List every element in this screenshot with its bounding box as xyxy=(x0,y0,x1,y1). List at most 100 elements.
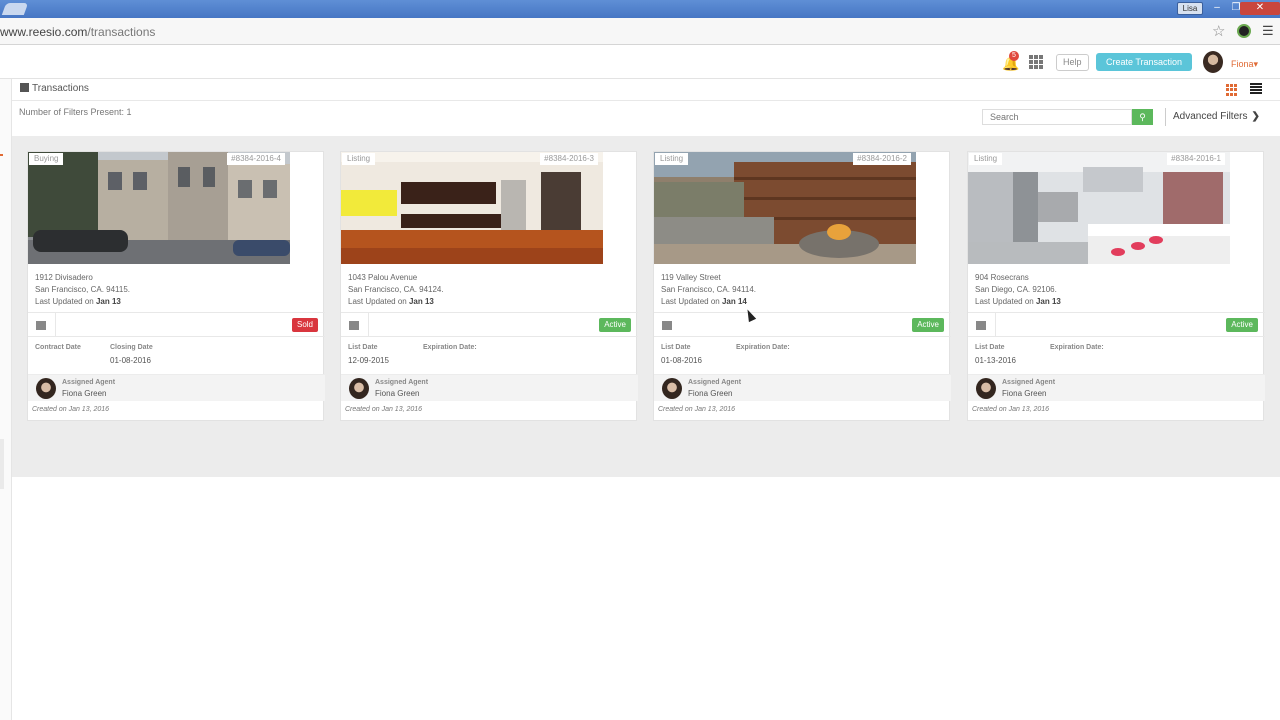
card-actions-row: Active xyxy=(968,312,1265,337)
transaction-id: #8384-2016-4 xyxy=(227,153,285,165)
status-badge: Active xyxy=(912,318,944,332)
browser-titlebar: Lisa – ❐ ✕ xyxy=(0,0,1280,18)
list-date-label: List Date xyxy=(661,344,691,351)
transaction-type: Listing xyxy=(969,153,1003,165)
divider xyxy=(995,313,996,337)
last-updated: Last Updated on Jan 14 xyxy=(661,296,756,308)
left-sidebar[interactable] xyxy=(0,79,12,720)
closing-date-value: 01-08-2016 xyxy=(110,356,151,365)
last-updated-prefix: Last Updated on xyxy=(661,297,720,306)
assigned-agent[interactable]: Assigned Agent Fiona Green xyxy=(968,374,1265,401)
extension-icon[interactable] xyxy=(1237,24,1251,38)
created-date: Created on Jan 13, 2016 xyxy=(32,406,110,413)
transaction-card[interactable]: Buying #8384-2016-4 1912 Divisadero San … xyxy=(27,151,325,421)
address-street: 119 Valley Street xyxy=(661,273,721,282)
search-button[interactable]: ⚲ xyxy=(1132,109,1153,125)
browser-menu-icon[interactable]: ☰ xyxy=(1262,23,1274,39)
transaction-type: Listing xyxy=(655,153,689,165)
checkbox-icon[interactable] xyxy=(662,321,672,330)
checkbox-icon[interactable] xyxy=(976,321,986,330)
last-updated: Last Updated on Jan 13 xyxy=(35,296,130,308)
address-bar[interactable]: www.reesio.com/transactions ☆ ☰ xyxy=(0,18,1280,45)
agent-avatar xyxy=(349,378,369,399)
transaction-card[interactable]: Listing #8384-2016-3 1043 Palou Avenue S… xyxy=(340,151,638,421)
search-icon: ⚲ xyxy=(1139,112,1146,122)
url-text[interactable]: www.reesio.com/transactions xyxy=(0,25,155,39)
date-fields: List Date 12-09-2015 Expiration Date: xyxy=(348,344,628,370)
property-photo[interactable] xyxy=(968,152,1230,264)
user-menu[interactable]: Fiona▾ xyxy=(1231,59,1258,70)
checkbox-icon[interactable] xyxy=(349,321,359,330)
agent-name: Fiona Green xyxy=(375,389,420,398)
closing-date-label: Closing Date xyxy=(110,344,153,351)
expiration-date-label: Expiration Date: xyxy=(423,344,477,351)
user-avatar[interactable] xyxy=(1203,51,1223,73)
property-photo[interactable] xyxy=(28,152,290,264)
last-updated-date: Jan 13 xyxy=(408,297,434,306)
page-title: Transactions xyxy=(20,83,89,94)
property-address: 1912 Divisadero San Francisco, CA. 94115… xyxy=(35,272,130,308)
address-street: 904 Rosecrans xyxy=(975,273,1029,282)
agent-name: Fiona Green xyxy=(688,389,733,398)
url-host: www.reesio.com xyxy=(0,25,88,39)
assigned-agent[interactable]: Assigned Agent Fiona Green xyxy=(341,374,638,401)
minimize-icon[interactable]: – xyxy=(1208,2,1226,15)
browser-user-badge[interactable]: Lisa xyxy=(1177,2,1203,15)
sidebar-handle[interactable] xyxy=(0,439,4,489)
list-date-value: 01-08-2016 xyxy=(661,356,702,365)
agent-name: Fiona Green xyxy=(62,389,107,398)
list-date-value: 01-13-2016 xyxy=(975,356,1016,365)
browser-tab[interactable] xyxy=(1,3,29,15)
address-city: San Diego, CA. 92106. xyxy=(975,285,1057,294)
last-updated: Last Updated on Jan 13 xyxy=(348,296,444,308)
advanced-filters-label: Advanced Filters xyxy=(1173,111,1248,122)
search-input[interactable] xyxy=(982,109,1132,125)
help-button[interactable]: Help xyxy=(1056,54,1089,71)
last-updated-date: Jan 13 xyxy=(95,297,121,306)
card-actions-row: Active xyxy=(341,312,638,337)
apps-grid-icon[interactable] xyxy=(1029,55,1043,69)
page-title-text: Transactions xyxy=(32,83,89,94)
property-address: 904 Rosecrans San Diego, CA. 92106. Last… xyxy=(975,272,1061,308)
property-photo[interactable] xyxy=(654,152,916,264)
date-fields: List Date 01-13-2016 Expiration Date: xyxy=(975,344,1255,370)
date-fields: List Date 01-08-2016 Expiration Date: xyxy=(661,344,941,370)
agent-label: Assigned Agent xyxy=(375,379,429,386)
address-city: San Francisco, CA. 94124. xyxy=(348,285,444,294)
last-updated-prefix: Last Updated on xyxy=(35,297,94,306)
address-street: 1043 Palou Avenue xyxy=(348,273,418,282)
url-path: /transactions xyxy=(87,25,156,39)
transactions-icon xyxy=(20,83,29,92)
checkbox-icon[interactable] xyxy=(36,321,46,330)
assigned-agent[interactable]: Assigned Agent Fiona Green xyxy=(654,374,951,401)
contract-date-label: Contract Date xyxy=(35,344,81,351)
transaction-card[interactable]: Listing #8384-2016-1 904 Rosecrans San D… xyxy=(967,151,1265,421)
expiration-date-label: Expiration Date: xyxy=(1050,344,1104,351)
card-actions-row: Active xyxy=(654,312,951,337)
filter-area: Number of Filters Present: 1 ⚲ Advanced … xyxy=(12,101,1280,136)
status-badge: Active xyxy=(1226,318,1258,332)
property-photo[interactable] xyxy=(341,152,603,264)
created-date: Created on Jan 13, 2016 xyxy=(658,406,736,413)
user-name: Fiona xyxy=(1231,59,1254,69)
close-icon[interactable]: ✕ xyxy=(1240,2,1280,15)
create-transaction-button[interactable]: Create Transaction xyxy=(1096,53,1192,71)
last-updated-date: Jan 13 xyxy=(1035,297,1061,306)
assigned-agent[interactable]: Assigned Agent Fiona Green xyxy=(28,374,325,401)
last-updated: Last Updated on Jan 13 xyxy=(975,296,1061,308)
agent-label: Assigned Agent xyxy=(688,379,742,386)
list-view-icon[interactable] xyxy=(1250,83,1262,95)
address-city: San Francisco, CA. 94115. xyxy=(35,285,131,294)
divider xyxy=(1165,108,1166,126)
divider xyxy=(55,313,56,337)
notification-badge: 5 xyxy=(1009,51,1019,61)
bookmark-star-icon[interactable]: ☆ xyxy=(1212,22,1225,40)
transaction-card[interactable]: Listing #8384-2016-2 119 Valley Street S… xyxy=(653,151,951,421)
notification-bell-icon[interactable]: 🔔 5 xyxy=(1002,51,1019,72)
date-fields: Contract Date Closing Date 01-08-2016 xyxy=(35,344,315,370)
advanced-filters-button[interactable]: Advanced Filters ❯ xyxy=(1173,111,1260,122)
filter-count: Number of Filters Present: 1 xyxy=(19,107,132,117)
address-city: San Francisco, CA. 94114. xyxy=(661,285,757,294)
agent-avatar xyxy=(976,378,996,399)
grid-view-icon[interactable] xyxy=(1226,84,1238,96)
